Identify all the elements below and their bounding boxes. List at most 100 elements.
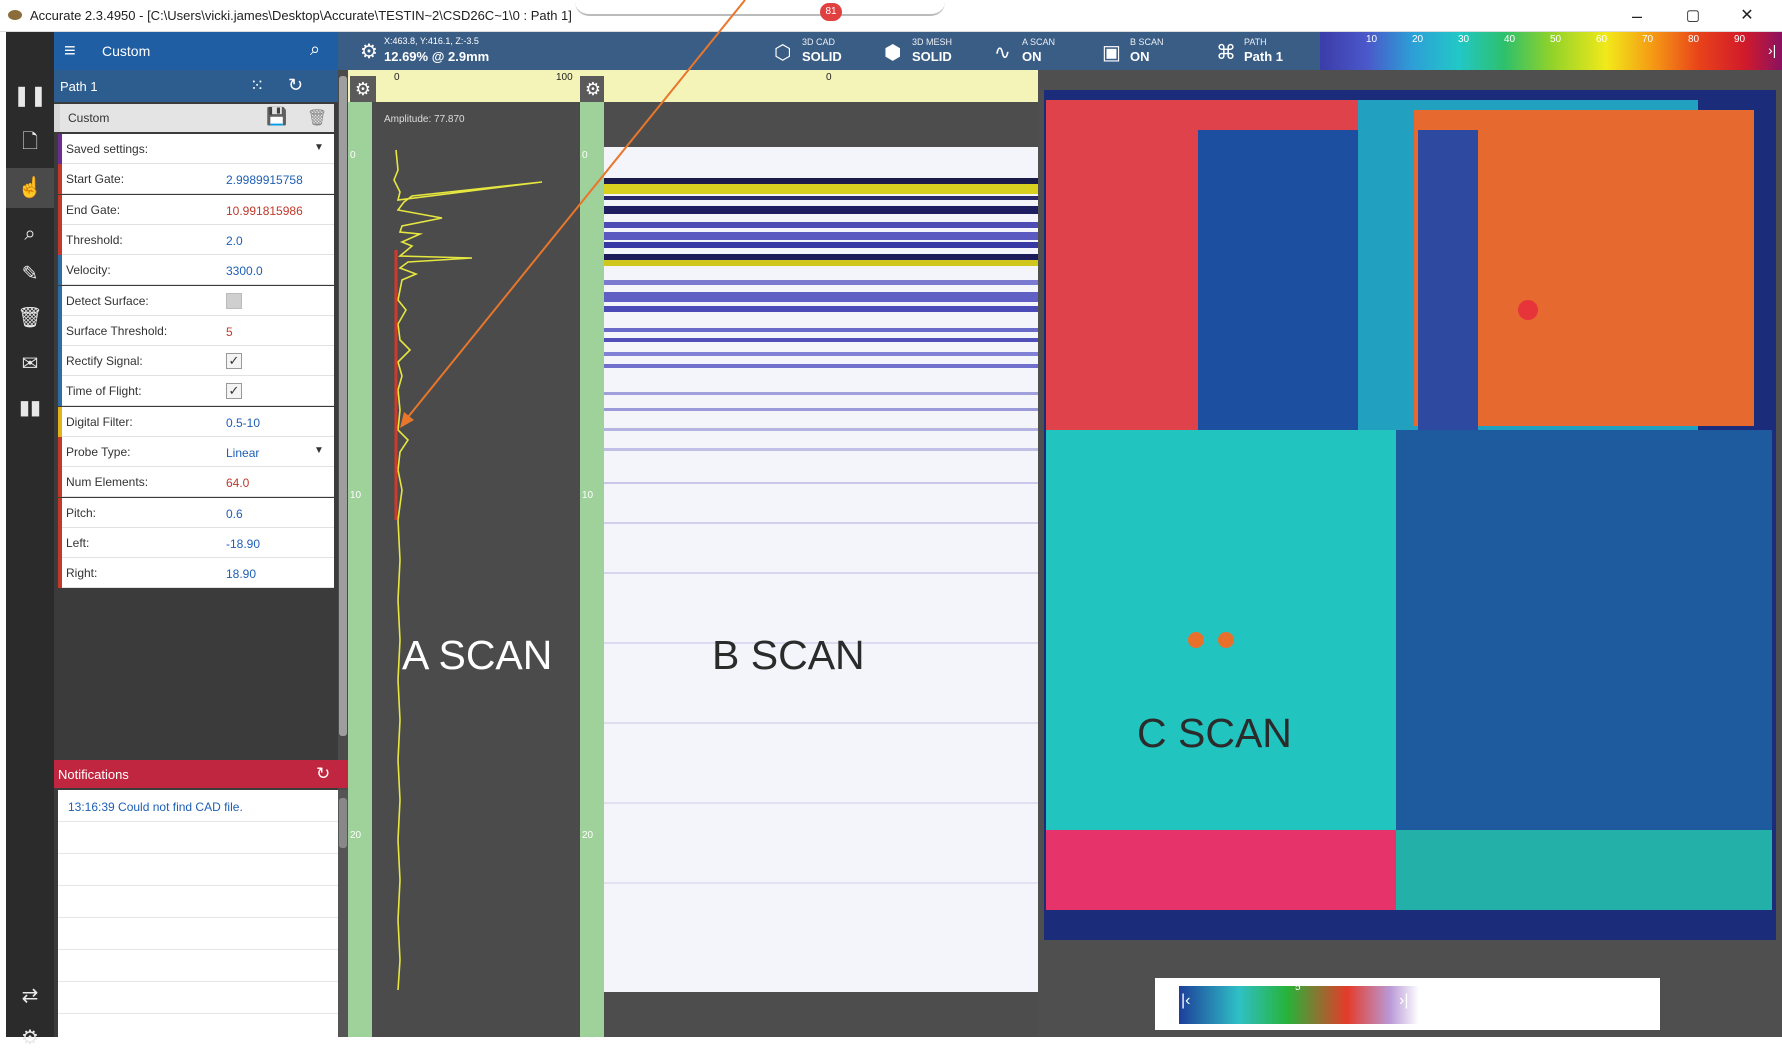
param-row[interactable]: Surface Threshold: 5	[58, 315, 334, 346]
param-label: Threshold:	[66, 232, 123, 247]
grid-icon[interactable]: ⁙	[250, 76, 264, 96]
param-color-bar	[58, 376, 62, 407]
param-row[interactable]: Saved settings: ▼	[58, 134, 334, 164]
b-scan-view[interactable]	[604, 102, 1038, 1037]
param-row[interactable]: Digital Filter: 0.5-10	[58, 406, 334, 437]
param-value[interactable]: 0.5-10	[226, 416, 320, 430]
legend-end-icon[interactable]: ›|	[1399, 992, 1408, 1010]
toolbar-3d-mesh-button[interactable]: ⬢ 3D MESH SOLID	[876, 32, 982, 70]
param-row[interactable]: End Gate: 10.991815986	[58, 194, 334, 225]
param-value[interactable]: 18.90	[226, 567, 320, 581]
param-value[interactable]: 5	[226, 325, 320, 339]
c-scan-color-legend[interactable]: |‹ 5 ›|	[1155, 978, 1660, 1030]
colorbar-end-icon[interactable]: ›|	[1768, 42, 1776, 58]
notifications-scrollbar[interactable]	[338, 790, 348, 1037]
colorbar-tick: 30	[1458, 34, 1470, 45]
chevron-down-icon[interactable]: ▼	[314, 142, 324, 153]
toolbar-a-scan-button[interactable]: ∿ A SCAN ON	[986, 32, 1090, 70]
b-scan-overlay-label: B SCAN	[712, 632, 865, 678]
param-value[interactable]: 0.6	[226, 507, 320, 521]
settings-gear-icon[interactable]: ⚙	[6, 1018, 54, 1058]
param-checkbox[interactable]: ✓	[226, 383, 242, 400]
param-color-bar	[58, 164, 62, 195]
status-badge: 81	[820, 3, 842, 21]
amplitude-color-bar[interactable]: 10 20 30 40 50 60 70 80 90 ›|	[1320, 32, 1782, 70]
param-row[interactable]: Velocity: 3300.0	[58, 255, 334, 286]
param-color-bar	[58, 406, 62, 437]
minimize-button[interactable]: –	[1614, 4, 1660, 28]
param-row[interactable]: Pitch: 0.6	[58, 497, 334, 528]
param-row[interactable]: Threshold: 2.0	[58, 224, 334, 255]
param-row[interactable]: Rectify Signal: ✓	[58, 346, 334, 377]
scrollbar-thumb[interactable]	[339, 76, 347, 736]
param-checkbox[interactable]: ✓	[226, 353, 242, 370]
b-scan-settings-gear-icon[interactable]: ⚙	[580, 76, 606, 102]
zoom-icon[interactable]: ⌕	[6, 214, 54, 254]
search-icon[interactable]: ⌕	[310, 39, 320, 60]
param-label: Digital Filter:	[66, 414, 133, 429]
notifications-title: Notifications	[58, 767, 129, 782]
save-icon[interactable]: 💾	[266, 107, 287, 127]
notification-item[interactable]: 13:16:39 Could not find CAD file.	[58, 790, 338, 822]
empty-row	[58, 822, 338, 854]
param-row[interactable]: Right: 18.90	[58, 558, 334, 589]
panel-header: ≡ Custom ⌕	[54, 32, 338, 70]
param-label: Start Gate:	[66, 172, 125, 187]
close-button[interactable]: ✕	[1724, 4, 1770, 28]
hamburger-menu-icon[interactable]: ≡	[64, 40, 76, 63]
refresh-notifications-icon[interactable]: ↻	[316, 764, 330, 784]
param-checkbox[interactable]	[226, 292, 242, 309]
param-label: Rectify Signal:	[66, 354, 143, 369]
position-readout: ⚙ X:463.8, Y:416.1, Z:-3.5 12.69% @ 2.9m…	[358, 32, 524, 70]
c-scan-image	[1044, 90, 1776, 940]
param-label: Right:	[66, 566, 98, 581]
param-value[interactable]: 3300.0	[226, 264, 320, 278]
legend-start-icon[interactable]: |‹	[1181, 992, 1190, 1010]
toolbar-b-scan-button[interactable]: ▣ B SCAN ON	[1094, 32, 1200, 70]
new-file-icon[interactable]: 🗋	[6, 122, 54, 162]
cube-icon: ⬡	[774, 42, 792, 64]
maximize-button[interactable]: ▢	[1670, 4, 1716, 28]
param-value[interactable]: 10.991815986	[226, 204, 320, 218]
param-color-bar	[58, 285, 62, 316]
toolbar-path-button[interactable]: ⌘ PATH Path 1	[1208, 32, 1318, 70]
pause-icon[interactable]: ❚❚	[6, 76, 54, 116]
b-scan-depth-tick: 0	[582, 150, 588, 161]
param-value[interactable]: 64.0	[226, 476, 320, 490]
param-value[interactable]: 2.9989915758	[226, 173, 320, 187]
path-icon: ⌘	[1216, 42, 1236, 64]
scrollbar-thumb[interactable]	[339, 798, 347, 848]
pointer-icon[interactable]: ☝	[6, 168, 54, 208]
chart-icon[interactable]: ▮▮	[6, 388, 54, 428]
refresh-icon[interactable]: ↻	[288, 75, 303, 96]
param-value[interactable]: -18.90	[226, 537, 320, 551]
c-scan-view[interactable]	[1038, 70, 1782, 1037]
param-color-bar	[58, 315, 62, 346]
param-row[interactable]: Time of Flight: ✓	[58, 376, 334, 407]
param-row[interactable]: Num Elements: 64.0	[58, 467, 334, 498]
b-scan-image	[604, 102, 1038, 1037]
param-label: Probe Type:	[66, 445, 131, 459]
b-scan-depth-gutter	[580, 102, 604, 1037]
param-row[interactable]: Left: -18.90	[58, 527, 334, 558]
delete-icon[interactable]: 🗑	[307, 108, 327, 128]
toolbar-3d-cad-label: 3D CAD	[802, 37, 836, 47]
a-scan-settings-gear-icon[interactable]: ⚙	[350, 76, 376, 102]
toolbar-3d-cad-value: SOLID	[802, 49, 842, 64]
param-row[interactable]: Start Gate: 2.9989915758	[58, 164, 334, 195]
param-value[interactable]: Linear	[226, 446, 320, 460]
chevron-down-icon[interactable]: ▼	[314, 445, 324, 456]
pencil-icon[interactable]: ✎	[6, 254, 54, 294]
swap-icon[interactable]: ⇄	[6, 976, 54, 1016]
param-row[interactable]: Probe Type: Linear ▼	[58, 437, 334, 467]
mail-icon[interactable]: ✉	[6, 344, 54, 384]
param-label: Num Elements:	[66, 475, 149, 490]
param-row[interactable]: Detect Surface:	[58, 285, 334, 316]
param-value[interactable]: 2.0	[226, 234, 320, 248]
b-scan-ruler-start: 0	[826, 72, 832, 83]
a-scan-ruler-start: 0	[394, 72, 400, 83]
param-label: Velocity:	[66, 263, 111, 278]
trash-icon[interactable]: 🗑	[6, 298, 54, 338]
colorbar-tick: 90	[1734, 34, 1746, 45]
toolbar-3d-cad-button[interactable]: ⬡ 3D CAD SOLID	[766, 32, 872, 70]
